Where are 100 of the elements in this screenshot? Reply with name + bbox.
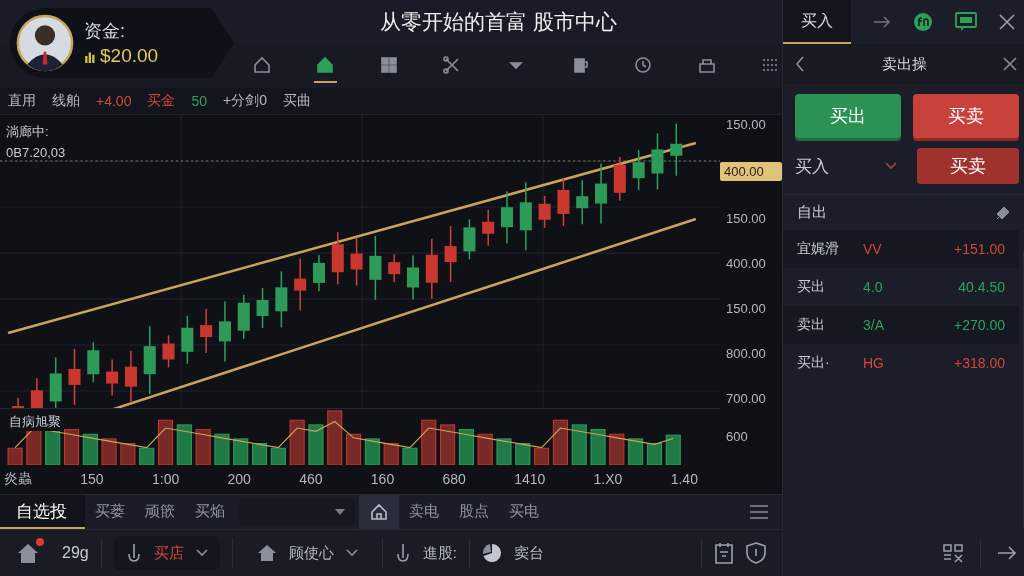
candle <box>312 254 325 292</box>
candle <box>68 348 81 406</box>
stock-name: 卖出 <box>797 316 826 334</box>
balance-label: 资金: <box>84 20 126 43</box>
stock-row[interactable]: 买出· HG +318.00 <box>783 344 1019 382</box>
volume-bar <box>176 424 192 465</box>
volume-bar <box>665 434 681 465</box>
axis-label: 150.00 <box>725 301 767 316</box>
tab[interactable]: 买焔 <box>185 495 235 529</box>
price-tag: 400.00 <box>720 162 782 181</box>
candle <box>30 377 43 408</box>
candle <box>557 177 570 227</box>
home-icon[interactable] <box>16 542 40 564</box>
candle <box>369 235 382 301</box>
tab[interactable]: 买电 <box>499 495 549 529</box>
dropdown[interactable]: 买店 <box>113 536 220 570</box>
dropdown[interactable]: 顾使心 <box>244 536 370 570</box>
round-logo-icon[interactable] <box>913 12 933 32</box>
volume-bar <box>534 447 550 465</box>
shield-icon[interactable] <box>746 542 766 564</box>
info-text: 直用 <box>8 92 36 110</box>
stock-name: 买出· <box>797 354 831 372</box>
candle <box>613 156 626 202</box>
close-icon[interactable] <box>999 14 1015 30</box>
volume-bar <box>383 443 399 465</box>
tab[interactable]: 顽篏 <box>135 495 185 529</box>
stock-row[interactable]: 买出 4.0 40.4.50 <box>783 268 1019 306</box>
volume-bar <box>515 443 531 465</box>
volume-bar <box>609 433 625 465</box>
pin-icon[interactable] <box>995 204 1011 221</box>
volume-bar <box>233 438 249 465</box>
stock-name: 买出 <box>797 278 826 296</box>
avatar <box>16 14 74 72</box>
home-icon <box>369 502 389 522</box>
volume-bar <box>646 443 662 465</box>
candle <box>218 300 231 363</box>
volume-bar <box>402 447 418 465</box>
volume-bar <box>628 438 644 465</box>
stock-code: 3/A <box>863 317 885 333</box>
candle <box>237 293 250 340</box>
sell-button[interactable]: 买卖 <box>913 94 1019 138</box>
select-field[interactable]: 买入 <box>795 148 905 184</box>
chart-label: 淌廊中: <box>6 123 50 141</box>
app-title: 从零开始的首富 股市中心 <box>380 9 617 35</box>
tab[interactable]: 自选投 <box>0 495 85 529</box>
balance-value: $20.00 <box>100 45 159 67</box>
volume-bar <box>195 429 211 465</box>
buy-button[interactable]: 买出 <box>795 94 901 138</box>
back-icon[interactable] <box>795 56 805 72</box>
stock-row[interactable]: 卖出 3/A +270.00 <box>783 306 1019 344</box>
info-text: +4.00 <box>96 93 132 109</box>
stock-name: 宜娓滑 <box>797 240 840 258</box>
tab[interactable]: 买蒌 <box>85 495 135 529</box>
stock-code: VV <box>863 241 883 257</box>
volume-bar <box>496 438 512 465</box>
axis-label: 400.00 <box>725 256 767 271</box>
arrow-right-icon[interactable] <box>873 16 891 28</box>
close-icon[interactable] <box>1003 57 1017 71</box>
info-text: 50 <box>191 93 207 109</box>
candle <box>463 218 476 261</box>
info-text: 买金 <box>147 92 176 110</box>
arrow-right-icon[interactable] <box>997 546 1017 560</box>
candle <box>425 238 438 300</box>
volume-bar <box>139 447 155 465</box>
axis-label: 150.00 <box>725 117 767 132</box>
volume-bar <box>458 429 474 465</box>
candle <box>106 358 119 397</box>
volume-bar <box>571 424 587 465</box>
volume-bar <box>590 429 606 465</box>
volume-bar <box>214 433 230 465</box>
candle <box>595 162 608 225</box>
candle <box>444 225 457 283</box>
grid-icon[interactable] <box>942 543 964 563</box>
chart-value: 0B7.20,03 <box>6 145 66 160</box>
status-text: 窦台 <box>513 543 544 563</box>
volume-bar <box>7 447 23 465</box>
status-text: 進股: <box>422 543 457 563</box>
candle <box>143 325 156 395</box>
volume-bar <box>440 424 456 465</box>
anchor-icon <box>394 543 411 563</box>
candle <box>350 236 363 287</box>
candle <box>331 231 344 285</box>
stock-row[interactable]: 宜娓滑 VV +151.00 <box>783 230 1019 268</box>
volume-bar <box>477 433 493 465</box>
home-button[interactable] <box>359 495 399 529</box>
sell-button[interactable]: 买卖 <box>917 148 1019 184</box>
axis-label: 炎蟲 <box>4 470 32 488</box>
tab[interactable]: 卖电 <box>399 495 449 529</box>
candle <box>12 397 25 408</box>
candle <box>670 123 683 177</box>
axis-label: 460 <box>299 471 323 487</box>
clipboard-icon[interactable] <box>714 542 734 564</box>
tab[interactable]: 买入 <box>783 0 851 44</box>
tab[interactable]: 股点 <box>449 495 499 529</box>
axis-label: 1.X0 <box>593 471 623 487</box>
menu-icon[interactable] <box>750 505 768 519</box>
chat-icon[interactable] <box>955 12 977 32</box>
candle <box>651 132 664 191</box>
volume-bar <box>82 433 98 465</box>
axis-label: 680 <box>442 471 466 487</box>
